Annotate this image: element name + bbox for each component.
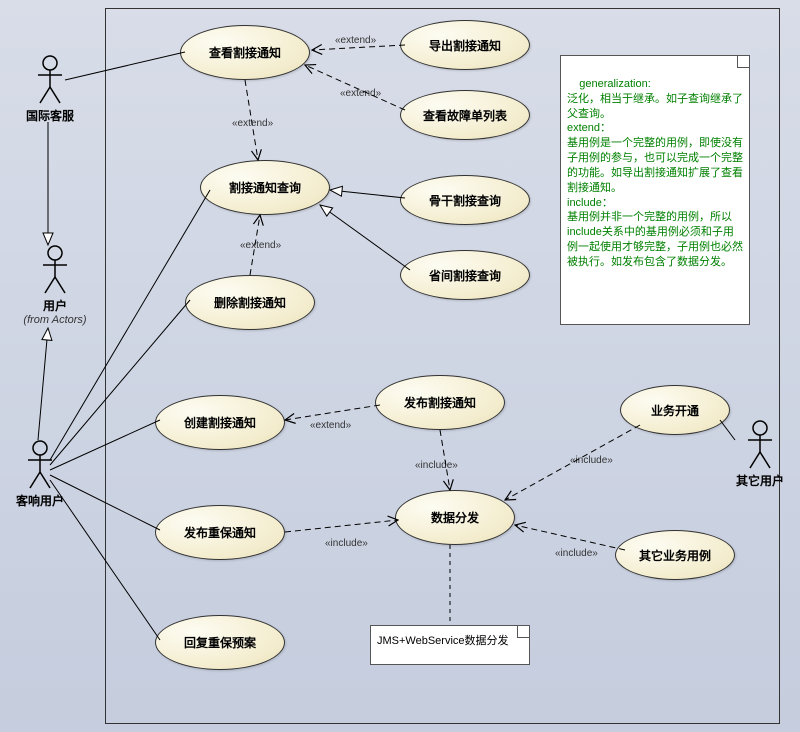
uc-delete-cut-notice: 删除割接通知 <box>185 275 315 330</box>
uc-export-cut-notice: 导出割接通知 <box>400 20 530 70</box>
note-main: generalization: 泛化，相当于继承。如子查询继承了父查询。 ext… <box>560 55 750 325</box>
uc-other-biz-uc: 其它业务用例 <box>615 530 735 580</box>
stereo-include: «include» <box>415 460 458 471</box>
actor-user: 用户 (from Actors) <box>20 245 90 326</box>
uc-prov-query: 省间割接查询 <box>400 250 530 300</box>
stickman-icon <box>25 440 55 490</box>
actor-label: 国际客服 <box>20 107 80 124</box>
uc-data-dispatch: 数据分发 <box>395 490 515 545</box>
actor-cx-user: 客响用户 <box>10 440 70 509</box>
uc-reply-heavy-plan: 回复重保预案 <box>155 615 285 670</box>
diagram-canvas: 国际客服 用户 (from Actors) 客响用户 其 <box>0 0 800 732</box>
actor-intl-cs: 国际客服 <box>20 55 80 124</box>
uc-publish-heavy-notice: 发布重保通知 <box>155 505 285 560</box>
uc-biz-open: 业务开通 <box>620 385 730 435</box>
stickman-icon <box>745 420 775 470</box>
note-fold-icon <box>517 626 529 638</box>
stereo-extend: «extend» <box>310 420 351 431</box>
actor-label: 客响用户 <box>10 492 70 509</box>
actor-label: 用户 <box>20 297 90 314</box>
actor-sublabel: (from Actors) <box>20 314 90 326</box>
stereo-extend: «extend» <box>240 240 281 251</box>
note-small: JMS+WebService数据分发 <box>370 625 530 665</box>
stickman-icon <box>35 55 65 105</box>
stereo-extend: «extend» <box>335 35 376 46</box>
uc-view-fault-list: 查看故障单列表 <box>400 90 530 140</box>
stereo-include: «include» <box>555 548 598 559</box>
uc-backbone-query: 骨干割接查询 <box>400 175 530 225</box>
stereo-include: «include» <box>325 538 368 549</box>
stereo-include: «include» <box>570 455 613 466</box>
uc-cut-notice-query: 割接通知查询 <box>200 160 330 215</box>
uc-publish-cut-notice: 发布割接通知 <box>375 375 505 430</box>
uc-create-cut-notice: 创建割接通知 <box>155 395 285 450</box>
stereo-extend: «extend» <box>340 88 381 99</box>
actor-label: 其它用户 <box>730 472 790 489</box>
actor-other-user: 其它用户 <box>730 420 790 489</box>
stickman-icon <box>40 245 70 295</box>
stereo-extend: «extend» <box>232 118 273 129</box>
uc-view-cut-notice: 查看割接通知 <box>180 25 310 80</box>
note-fold-icon <box>737 56 749 68</box>
